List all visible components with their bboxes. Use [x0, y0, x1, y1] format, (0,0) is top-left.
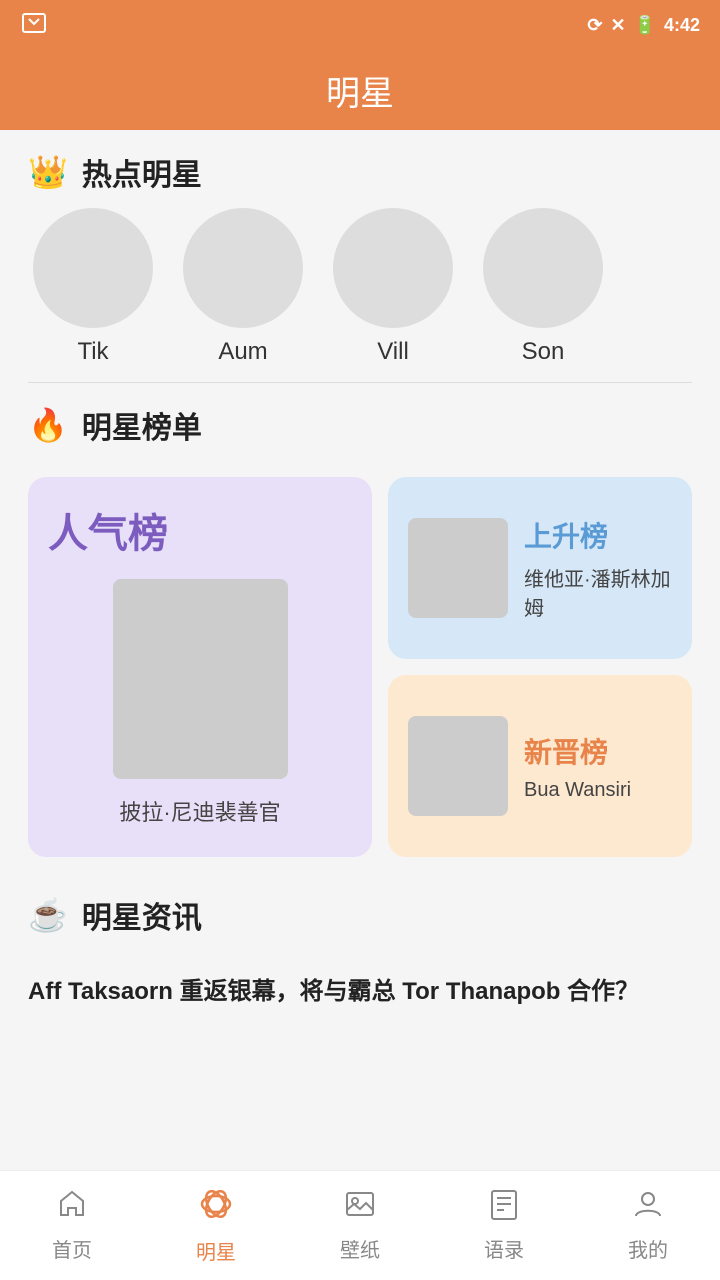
popular-rank-image: [113, 579, 288, 779]
battery-icon: 🔋: [634, 15, 656, 36]
nav-stars-label: 明星: [196, 1236, 236, 1265]
nav-profile-label: 我的: [628, 1234, 668, 1263]
hot-stars-title: 热点明星: [82, 150, 202, 194]
profile-icon: [632, 1188, 664, 1228]
nav-profile[interactable]: 我的: [608, 1180, 688, 1271]
star-item-tik[interactable]: Tik: [28, 208, 158, 366]
star-name-vill: Vill: [377, 338, 409, 366]
star-item-aum[interactable]: Aum: [178, 208, 308, 366]
coffee-icon: ☕: [28, 896, 68, 934]
page-title: 明星: [326, 66, 394, 115]
popular-rank-title: 人气榜: [48, 501, 168, 559]
news-title: 明星资讯: [82, 893, 202, 937]
hot-stars-list: Tik Aum Vill Son: [0, 208, 720, 382]
popular-rank-card[interactable]: 人气榜 披拉·尼迪裴善官: [28, 477, 372, 857]
crown-icon: 👑: [28, 153, 68, 191]
nav-quotes[interactable]: 语录: [464, 1180, 544, 1271]
rank-col-right: 上升榜 维他亚·潘斯林加姆 新晋榜 Bua Wansiri: [388, 477, 692, 857]
rising-rank-info: 上升榜 维他亚·潘斯林加姆: [524, 515, 672, 621]
signal-icon: ⟳: [587, 15, 602, 36]
wallpaper-icon: [344, 1188, 376, 1228]
new-rank-name: Bua Wansiri: [524, 779, 672, 802]
star-avatar-aum: [183, 208, 303, 328]
hot-stars-section-header: 👑 热点明星: [0, 130, 720, 208]
nav-stars[interactable]: 明星: [176, 1178, 256, 1273]
star-avatar-vill: [333, 208, 453, 328]
news-list: Aff Taksaorn 重返银幕，将与霸总 Tor Thanapob 合作？: [0, 951, 720, 1041]
nav-wallpaper-label: 壁纸: [340, 1234, 380, 1263]
new-rank-card[interactable]: 新晋榜 Bua Wansiri: [388, 675, 692, 857]
news-item-1-title: Aff Taksaorn 重返银幕，将与霸总 Tor Thanapob 合作？: [28, 978, 639, 1005]
status-bar-left: [20, 11, 48, 39]
status-bar: ⟳ ✕ 🔋 4:42: [0, 0, 720, 50]
stars-icon: [198, 1186, 234, 1230]
rising-rank-title: 上升榜: [524, 515, 672, 555]
rankings-title: 明星榜单: [82, 403, 202, 447]
new-rank-info: 新晋榜 Bua Wansiri: [524, 731, 672, 802]
page-header: 明星: [0, 50, 720, 130]
wifi-icon: ✕: [610, 15, 625, 36]
star-name-aum: Aum: [218, 338, 267, 366]
home-icon: [56, 1188, 88, 1228]
time-display: 4:42: [664, 15, 700, 36]
bottom-nav: 首页 明星 壁纸: [0, 1170, 720, 1280]
new-rank-title: 新晋榜: [524, 731, 672, 771]
star-avatar-son: [483, 208, 603, 328]
nav-home-label: 首页: [52, 1234, 92, 1263]
rising-rank-card[interactable]: 上升榜 维他亚·潘斯林加姆: [388, 477, 692, 659]
rising-rank-image: [408, 518, 508, 618]
news-item-1[interactable]: Aff Taksaorn 重返银幕，将与霸总 Tor Thanapob 合作？: [28, 959, 692, 1025]
popular-rank-name: 披拉·尼迪裴善官: [119, 795, 280, 827]
star-avatar-tik: [33, 208, 153, 328]
star-item-son[interactable]: Son: [478, 208, 608, 366]
star-name-tik: Tik: [77, 338, 108, 366]
news-section-header: ☕ 明星资讯: [0, 873, 720, 951]
quotes-icon: [488, 1188, 520, 1228]
ranking-grid: 人气榜 披拉·尼迪裴善官 上升榜 维他亚·潘斯林加姆 新晋榜 Bua Wansi…: [0, 461, 720, 873]
status-bar-right: ⟳ ✕ 🔋 4:42: [587, 15, 700, 36]
nav-wallpaper[interactable]: 壁纸: [320, 1180, 400, 1271]
fire-icon: 🔥: [28, 406, 68, 444]
rising-rank-name: 维他亚·潘斯林加姆: [524, 563, 672, 621]
nav-home[interactable]: 首页: [32, 1180, 112, 1271]
star-name-son: Son: [522, 338, 565, 366]
nav-quotes-label: 语录: [484, 1234, 524, 1263]
star-item-vill[interactable]: Vill: [328, 208, 458, 366]
new-rank-image: [408, 716, 508, 816]
rankings-section-header: 🔥 明星榜单: [0, 383, 720, 461]
